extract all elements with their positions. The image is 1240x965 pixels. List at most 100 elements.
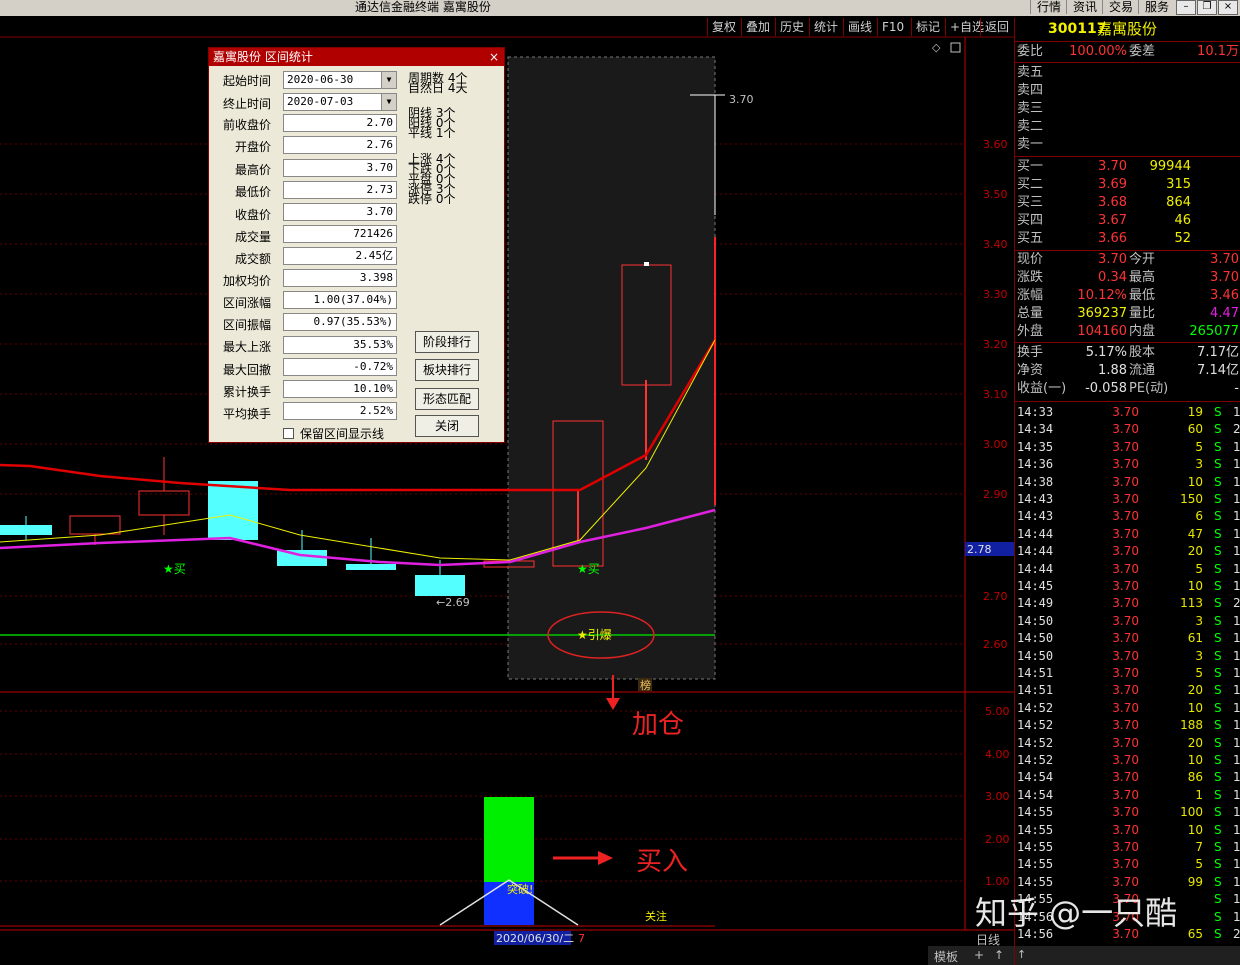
field-value: 35.53% <box>283 336 397 354</box>
tick-row: 14:55 3.70 7 S 1 <box>1015 839 1240 856</box>
tick-v: 3 <box>1195 613 1203 628</box>
tick-t: 14:43 <box>1017 509 1054 524</box>
tick-p: 3.70 <box>1112 613 1139 628</box>
tick-t: 14:34 <box>1017 422 1054 437</box>
menu-jiaoyi[interactable]: 交易 <box>1102 0 1139 14</box>
candle-stats: 阴线 3个 阳线 0个 平线 1个 <box>408 106 456 140</box>
chevron-down-icon[interactable]: ▼ <box>381 94 396 110</box>
tick-t: 14:33 <box>1017 405 1054 419</box>
tick-n: 1 <box>1233 770 1240 785</box>
start-date-select[interactable]: 2020-06-30 ▼ <box>283 71 397 89</box>
guanzhu-label: 关注 <box>645 909 667 923</box>
tick-v: 10 <box>1187 579 1203 593</box>
add-position-arrow-head <box>606 698 620 710</box>
kline-chart[interactable]: 3.70 ←2.69 ★买 ★买 ★引爆 榜 加仓 买入 突破! 关注 2020… <box>0 0 1014 965</box>
tick-t: 14:44 <box>1017 544 1054 559</box>
tick-s: S <box>1214 631 1222 646</box>
tick-row: 14:38 3.70 10 S 1 <box>1015 474 1240 491</box>
tick-p: 3.70 <box>1112 579 1139 593</box>
tick-row: 14:44 3.70 20 S 1 <box>1015 543 1240 560</box>
tick-n: 1 <box>1233 718 1240 733</box>
stock-header: 300117 嘉寓股份 <box>1015 20 1240 40</box>
tick-row: 14:36 3.70 3 S 1 <box>1015 456 1240 473</box>
tick-p: 3.70 <box>1112 509 1139 524</box>
tick-v: 1 <box>1195 787 1203 802</box>
tick-n: 1 <box>1233 439 1240 454</box>
watermark: 知乎 @一只酷 <box>975 894 1178 932</box>
minimize-button[interactable]: – <box>1176 0 1196 15</box>
pattern-match-button[interactable]: 形态匹配 <box>415 388 479 410</box>
tick-t: 14:52 <box>1017 735 1054 750</box>
current-price-marker: 2.78 <box>967 543 992 556</box>
tick-v: 86 <box>1187 770 1203 785</box>
restore-button[interactable]: ❐ <box>1197 0 1217 15</box>
field-label: 最低价 <box>234 185 271 199</box>
tick-row: 14:55 3.70 10 S 1 <box>1015 822 1240 839</box>
tick-row: 14:52 3.70 188 S 1 <box>1015 717 1240 734</box>
price-axis-label: 3.40 <box>983 238 1008 251</box>
tick-p: 3.70 <box>1112 596 1139 611</box>
menu-zixun[interactable]: 资讯 <box>1066 0 1103 14</box>
tick-row: 14:50 3.70 3 S 1 <box>1015 613 1240 630</box>
field-value: 2.52% <box>283 402 397 420</box>
field-label: 最高价 <box>234 163 271 177</box>
close-window-button[interactable]: × <box>1218 0 1238 15</box>
price-axis-label: 3.50 <box>983 188 1008 201</box>
menu-fuwu[interactable]: 服务 <box>1138 0 1175 14</box>
diamond-icon[interactable]: ◇ <box>932 41 941 54</box>
tick-s: S <box>1214 892 1222 907</box>
info-row: 外盘 104160 内盘 265077 <box>1017 324 1239 339</box>
field-value: 2.70 <box>283 114 397 132</box>
quote-panel: 300117 嘉寓股份 委比 100.00% 委差 10.1万 卖五 卖四 卖三… <box>1014 18 1240 965</box>
tick-p: 3.70 <box>1112 492 1139 506</box>
field-value: -0.72% <box>283 358 397 376</box>
tick-row: 14:44 3.70 5 S 1 <box>1015 561 1240 578</box>
info-row: 涨幅 10.12% 最低 3.46 <box>1017 288 1239 303</box>
tick-v: 188 <box>1180 718 1203 733</box>
template-button[interactable]: 模板 <box>934 948 958 965</box>
tick-s: S <box>1214 457 1222 472</box>
stage-rank-button[interactable]: 阶段排行 <box>415 331 479 353</box>
scroll-up-icon[interactable]: ↑ <box>1017 948 1026 961</box>
tick-t: 14:44 <box>1017 561 1054 576</box>
dialog-title: 嘉寓股份 区间统计 <box>213 50 313 64</box>
expand-icon[interactable] <box>950 42 961 53</box>
candle-top-mark <box>644 262 649 266</box>
checkbox-box[interactable] <box>283 428 294 439</box>
ask-row: 卖三 <box>1017 101 1044 116</box>
volume-label: 突破! <box>507 882 533 896</box>
keep-range-checkbox[interactable]: 保留区间显示线 <box>283 425 384 442</box>
field-label: 加权均价 <box>222 274 271 288</box>
tick-v: 100 <box>1180 805 1203 820</box>
tick-t: 14:43 <box>1017 492 1054 506</box>
add-button[interactable]: + <box>974 948 984 962</box>
tick-n: 1 <box>1233 613 1240 628</box>
field-value: 3.398 <box>283 269 397 287</box>
tick-p: 3.70 <box>1112 822 1139 837</box>
tick-p: 3.70 <box>1112 561 1139 576</box>
tick-row: 14:54 3.70 1 S 1 <box>1015 787 1240 804</box>
menu-hangqing[interactable]: 行情 <box>1030 0 1067 14</box>
sector-rank-button[interactable]: 板块排行 <box>415 359 479 381</box>
info-row: 总量 369237 量比 4.47 <box>1017 306 1239 321</box>
end-date-select[interactable]: 2020-07-03 ▼ <box>283 93 397 111</box>
scroll-up-button[interactable]: ↑ <box>994 948 1004 962</box>
tick-p: 3.70 <box>1112 526 1139 541</box>
info-row: 换手 5.17% 股本 7.17亿 <box>1017 345 1239 360</box>
tick-n: 1 <box>1233 544 1240 559</box>
dialog-close-icon[interactable]: × <box>489 48 499 66</box>
tick-row: 14:45 3.70 10 S 1 <box>1015 578 1240 595</box>
range-selection[interactable] <box>507 56 716 680</box>
ask-row: 卖二 <box>1017 119 1044 134</box>
tick-v: 20 <box>1187 544 1203 559</box>
yinbao-label: ★引爆 <box>577 628 612 642</box>
tick-n: 1 <box>1233 631 1240 646</box>
buy-in-arrow-head <box>598 851 613 865</box>
tick-s: S <box>1214 857 1222 872</box>
chevron-down-icon[interactable]: ▼ <box>381 72 396 88</box>
tick-p: 3.70 <box>1112 544 1139 559</box>
tick-p: 3.70 <box>1112 787 1139 802</box>
tick-s: S <box>1214 874 1222 889</box>
tick-t: 14:52 <box>1017 718 1054 733</box>
dialog-close-button[interactable]: 关闭 <box>415 415 479 437</box>
